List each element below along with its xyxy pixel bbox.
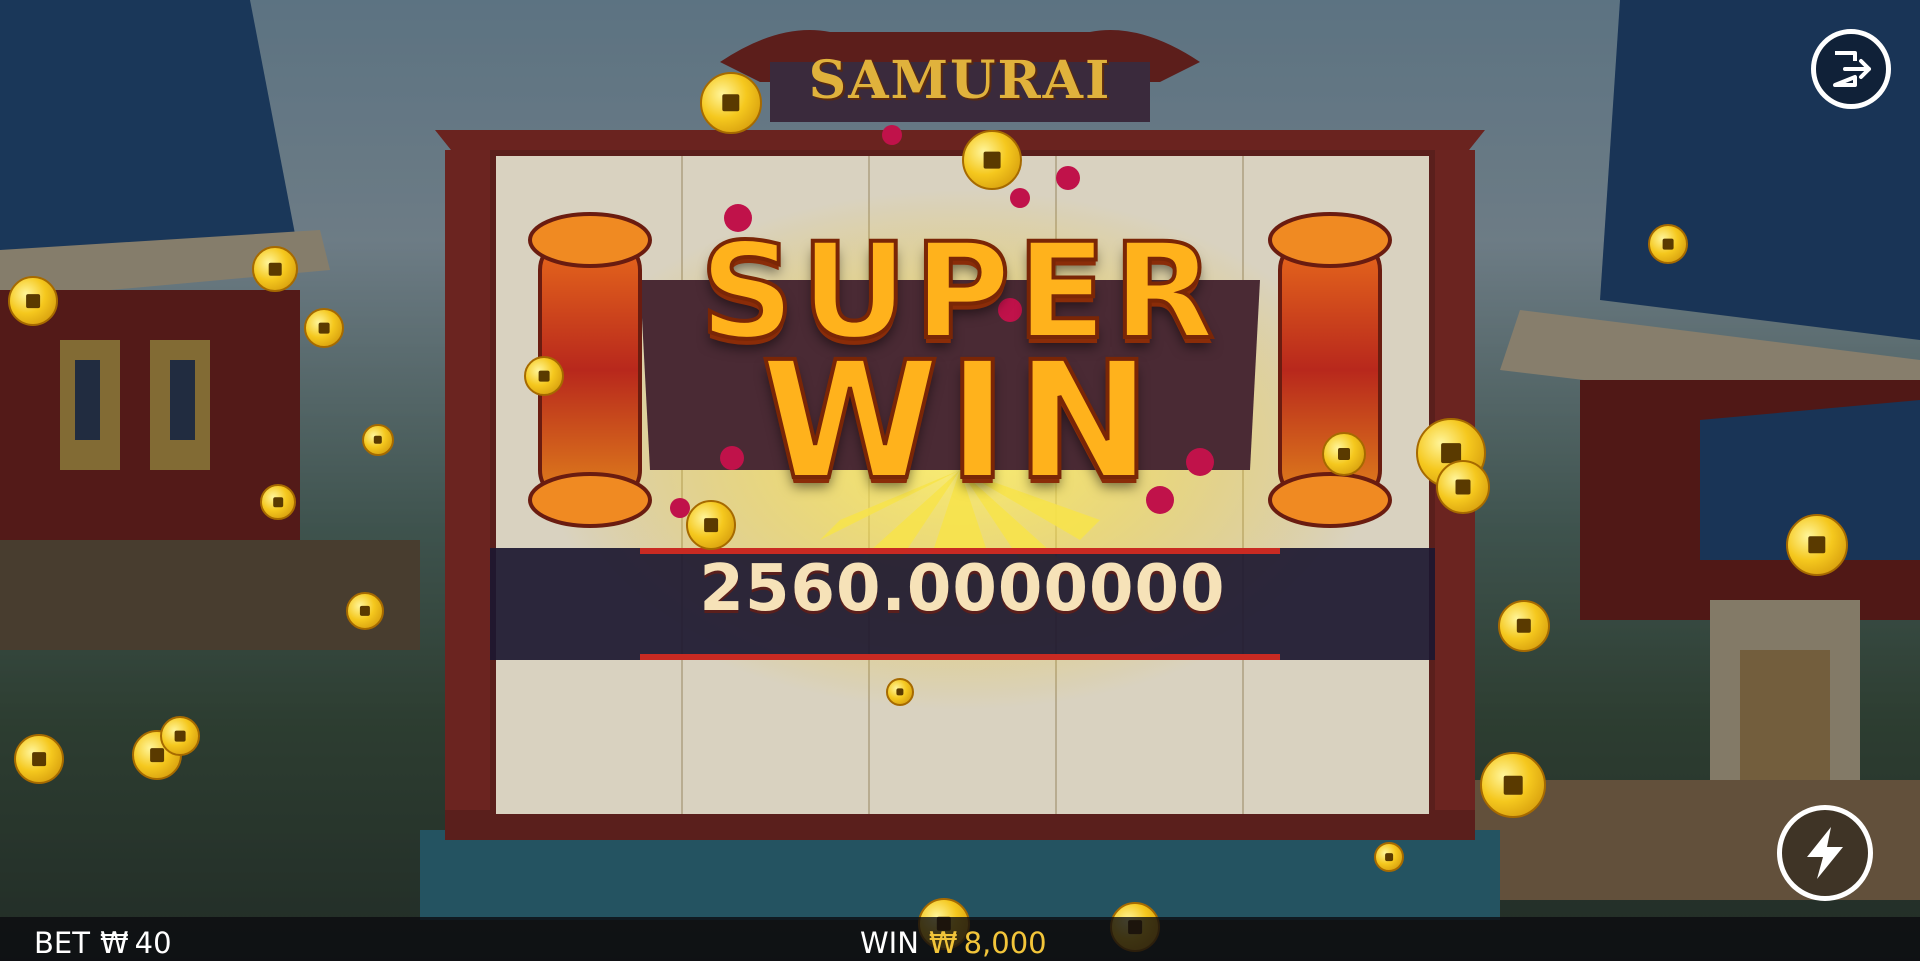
coin-icon (686, 500, 736, 550)
win-label: WIN (860, 926, 919, 960)
coin-icon (700, 72, 762, 134)
turbo-button[interactable] (1777, 805, 1873, 901)
reel-column (496, 156, 683, 814)
lightning-icon (1807, 827, 1843, 879)
coin-icon (524, 356, 564, 396)
exit-icon (1833, 51, 1871, 87)
win-amount-display: 2560.0000000 (699, 552, 1226, 626)
coin-icon (1436, 460, 1490, 514)
coin-icon (160, 716, 200, 756)
bet-value: 40 (134, 926, 172, 960)
coin-icon (962, 130, 1022, 190)
bet-display: BET ₩40 (34, 926, 172, 960)
coin-icon (1374, 842, 1404, 872)
coin-icon (886, 678, 914, 706)
coin-icon (14, 734, 64, 784)
coin-icon (362, 424, 394, 456)
coin-icon (8, 276, 58, 326)
coin-icon (252, 246, 298, 292)
exit-button[interactable] (1811, 29, 1891, 109)
super-win-line2: WIN (759, 326, 1160, 518)
bet-label: BET (34, 926, 90, 960)
coin-icon (346, 592, 384, 630)
coin-icon (260, 484, 296, 520)
game-scene: SAMURAI SUPER WIN 2560.0000000 BET ₩ 40 … (0, 0, 1920, 961)
coin-icon (1786, 514, 1848, 576)
win-display: WIN ₩8,000 (860, 926, 1047, 960)
coin-icon (304, 308, 344, 348)
coin-icon (1322, 432, 1366, 476)
game-title: SAMURAI (808, 50, 1112, 111)
coin-icon (1498, 600, 1550, 652)
coin-icon (1480, 752, 1546, 818)
bet-currency: ₩ (99, 926, 129, 960)
reel-column (1244, 156, 1429, 814)
coin-icon (1648, 224, 1688, 264)
win-value: 8,000 (963, 926, 1047, 960)
win-currency: ₩ (928, 926, 958, 960)
